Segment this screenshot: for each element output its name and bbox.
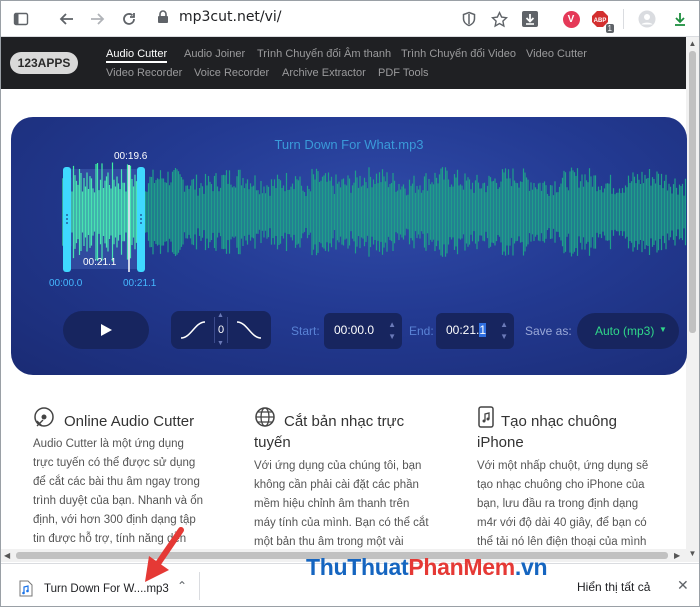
save-format-dropdown[interactable]: Auto (mp3) ▼ — [577, 313, 679, 349]
address-bar[interactable]: mp3cut.net/vi/ — [179, 9, 282, 25]
extension-badge: 1 — [605, 24, 614, 33]
feature-title-audio-cutter: Online Audio Cutter — [64, 413, 195, 430]
phone-music-icon — [477, 406, 495, 433]
annotation-arrow-icon — [145, 527, 184, 582]
close-icon[interactable]: ✕ — [677, 577, 689, 594]
fade-in-icon[interactable] — [179, 320, 207, 340]
svg-text:ABP: ABP — [594, 18, 607, 24]
range-start-label: 00:00.0 — [49, 278, 83, 289]
scroll-down-icon[interactable]: ▼ — [688, 549, 697, 558]
site-logo[interactable]: 123APPS — [10, 52, 78, 74]
feature-title-ringtone-1: Tạo nhạc chuông — [501, 413, 617, 430]
feature-title-ringtone-2: iPhone — [477, 434, 524, 451]
nav-video-cutter[interactable]: Video Cutter — [526, 48, 587, 60]
nav-video-converter[interactable]: Trình Chuyển đổi Video — [401, 48, 516, 60]
file-audio-icon — [19, 580, 33, 602]
start-stepper-icon[interactable]: ▲ ▼ — [388, 319, 396, 343]
nav-audio-cutter[interactable]: Audio Cutter — [106, 48, 168, 63]
cd-scissors-icon — [33, 406, 55, 433]
show-all-button[interactable]: Hiển thị tất cả — [577, 580, 650, 594]
handle-grip-dot — [140, 218, 142, 220]
profile-avatar[interactable]: V — [560, 8, 582, 30]
page-scrollbar[interactable]: ▲ ▼ — [686, 37, 699, 562]
handle-grip-dot — [66, 218, 68, 220]
nav-audio-converter[interactable]: Trình Chuyển đổi Âm thanh — [257, 48, 391, 60]
scroll-up-icon[interactable]: ▲ — [688, 39, 697, 48]
start-time-value: 00:00.0 — [334, 323, 375, 337]
end-time-selection: 1 — [479, 323, 487, 337]
fade-control: 0 ▲ ▼ — [171, 311, 271, 349]
fade-down-arrow[interactable]: ▼ — [217, 340, 224, 347]
range-end-label: 00:21.1 — [123, 278, 157, 289]
save-format-value: Auto (mp3) — [595, 324, 655, 338]
watermark: ThuThuatPhanMem.vn — [306, 554, 548, 580]
end-stepper-icon[interactable]: ▲ ▼ — [500, 319, 508, 343]
reload-icon[interactable] — [117, 7, 141, 31]
scroll-thumb[interactable] — [689, 51, 696, 333]
selection-length: 00:19.6 — [114, 151, 148, 162]
download-icon[interactable] — [669, 8, 691, 30]
play-button[interactable] — [63, 311, 149, 349]
play-icon — [101, 324, 112, 336]
shield-icon[interactable] — [458, 8, 480, 30]
chevron-down-icon: ▼ — [659, 325, 667, 334]
star-icon[interactable] — [488, 8, 510, 30]
nav-video-recorder[interactable]: Video Recorder — [106, 67, 182, 79]
forward-icon[interactable] — [85, 7, 109, 31]
download-divider — [199, 572, 200, 600]
download-extension-icon[interactable] — [519, 8, 541, 30]
fade-out-icon[interactable] — [235, 320, 263, 340]
nav-voice-recorder[interactable]: Voice Recorder — [194, 67, 269, 79]
handle-grip-dot — [66, 214, 68, 216]
lock-icon[interactable] — [157, 10, 169, 29]
adblock-extension-icon[interactable]: ABP 1 — [589, 8, 614, 33]
profile-letter: V — [562, 10, 580, 28]
site-navigation: 123APPS Audio Cutter Audio Joiner Trình … — [1, 37, 687, 89]
end-label: End: — [409, 324, 434, 338]
scroll-left-icon[interactable]: ◀ — [4, 551, 10, 560]
handle-grip-dot — [140, 214, 142, 216]
feature-title-online-cut-1: Cắt bản nhạc trực — [284, 413, 405, 430]
browser-window: mp3cut.net/vi/ V ABP 1 123APPS Audio Cut… — [0, 0, 700, 607]
end-time-value: 00:21.1 — [446, 323, 487, 337]
nav-audio-joiner[interactable]: Audio Joiner — [184, 48, 245, 60]
selection-region[interactable] — [67, 169, 141, 269]
sidebar-toggle-icon[interactable] — [9, 7, 33, 31]
audio-editor: Turn Down For What.mp3 00:19.6 00:21.1 0… — [11, 117, 687, 375]
feature-title-online-cut-2: tuyến — [254, 434, 291, 451]
back-icon[interactable] — [55, 7, 79, 31]
start-label: Start: — [291, 324, 320, 338]
browser-toolbar: mp3cut.net/vi/ V ABP 1 — [1, 1, 699, 37]
feature-body-online-cut: Với ứng dụng của chúng tôi, bạn không cầ… — [254, 460, 429, 548]
feature-body-ringtone: Với một nhấp chuột, ứng dụng sẽ tạo nhạc… — [477, 460, 649, 548]
globe-icon — [254, 406, 276, 433]
account-icon[interactable] — [636, 8, 658, 30]
nav-pdf-tools[interactable]: PDF Tools — [378, 67, 429, 79]
start-time-input[interactable]: 00:00.0 ▲ ▼ — [324, 313, 402, 349]
toolbar-divider — [623, 9, 624, 29]
save-as-label: Save as: — [525, 324, 572, 338]
nav-archive-extractor[interactable]: Archive Extractor — [282, 67, 366, 79]
end-time-input[interactable]: 00:21.1 ▲ ▼ — [436, 313, 514, 349]
handle-grip-dot — [140, 222, 142, 224]
fade-up-arrow[interactable]: ▲ — [217, 312, 224, 319]
cursor-time: 00:21.1 — [83, 257, 117, 268]
scroll-right-icon[interactable]: ▶ — [674, 551, 680, 560]
handle-grip-dot — [66, 222, 68, 224]
